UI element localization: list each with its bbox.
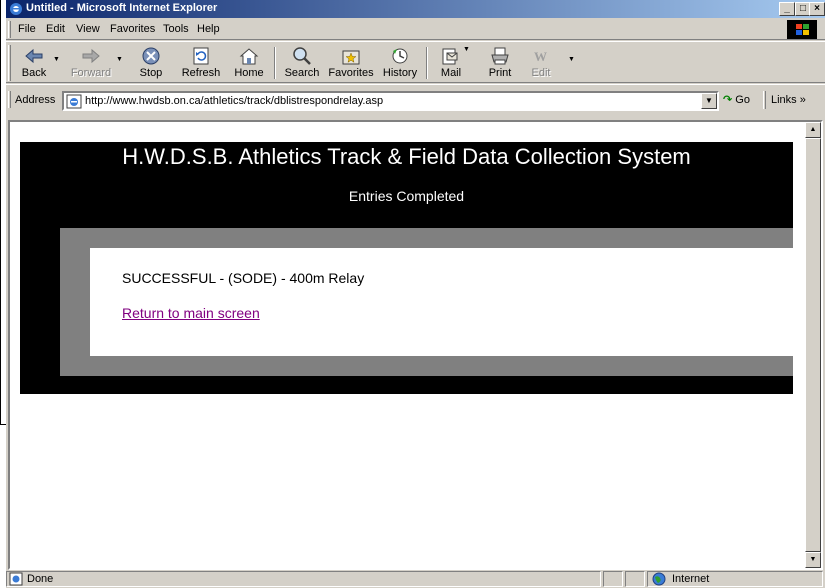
history-button[interactable]: History — [378, 44, 422, 82]
favorites-button[interactable]: Favorites — [325, 44, 377, 82]
scroll-down-icon[interactable]: ▼ — [805, 552, 821, 568]
page-viewport[interactable]: H.W.D.S.B. Athletics Track & Field Data … — [8, 120, 823, 570]
print-button[interactable]: Print — [480, 44, 520, 82]
search-button[interactable]: Search — [279, 44, 325, 82]
menu-favorites[interactable]: Favorites — [110, 23, 155, 35]
history-icon — [392, 48, 408, 64]
address-grip[interactable] — [8, 91, 11, 108]
toolbar-separator — [426, 47, 428, 79]
zone-text: Internet — [672, 573, 710, 585]
result-panel: SUCCESSFUL - (SODE) - 400m Relay Return … — [90, 248, 793, 356]
status-pane — [603, 571, 623, 587]
toolbar-grip[interactable] — [8, 45, 11, 81]
forward-arrow-icon — [82, 48, 100, 64]
toolbar-separator — [274, 47, 276, 79]
stop-button[interactable]: Stop — [131, 44, 171, 82]
scroll-thumb[interactable] — [805, 138, 821, 552]
home-button[interactable]: Home — [230, 44, 268, 82]
forward-dropdown-icon[interactable]: ▼ — [116, 56, 123, 63]
internet-globe-icon — [652, 572, 666, 586]
svg-text:W: W — [534, 49, 547, 64]
stop-icon — [142, 47, 160, 65]
go-arrow-icon: ↷ — [723, 94, 733, 106]
back-dropdown-icon[interactable]: ▼ — [53, 56, 60, 63]
window-title: Untitled - Microsoft Internet Explorer — [26, 2, 218, 14]
title-bar[interactable]: Untitled - Microsoft Internet Explorer _… — [6, 0, 825, 18]
search-icon — [293, 47, 311, 65]
menu-tools[interactable]: Tools — [163, 23, 189, 35]
menu-edit[interactable]: Edit — [46, 23, 65, 35]
printer-icon — [491, 47, 509, 65]
browser-window: Untitled - Microsoft Internet Explorer _… — [6, 0, 825, 588]
address-url: http://www.hwdsb.on.ca/athletics/track/d… — [85, 95, 384, 107]
refresh-icon — [193, 47, 209, 65]
links-button[interactable]: Links » — [771, 94, 806, 106]
status-text: Done — [27, 573, 54, 585]
menu-help[interactable]: Help — [197, 23, 220, 35]
links-separator — [763, 91, 766, 109]
mail-dropdown-icon[interactable]: ▼ — [463, 46, 470, 53]
return-to-main-link[interactable]: Return to main screen — [122, 305, 260, 321]
refresh-button[interactable]: Refresh — [178, 44, 224, 82]
windows-logo-icon — [787, 20, 817, 39]
status-bar: Done Internet — [6, 570, 825, 588]
result-frame: SUCCESSFUL - (SODE) - 400m Relay Return … — [60, 228, 793, 376]
address-input[interactable]: http://www.hwdsb.on.ca/athletics/track/d… — [62, 91, 719, 111]
page-icon — [66, 94, 82, 109]
edit-dropdown-icon[interactable]: ▼ — [568, 56, 575, 63]
close-button[interactable]: × — [809, 2, 825, 16]
go-button[interactable]: ↷ Go — [723, 93, 750, 106]
scroll-up-icon[interactable]: ▲ — [805, 122, 821, 138]
status-main-pane: Done — [6, 571, 601, 587]
status-pane — [625, 571, 645, 587]
menu-file[interactable]: File — [18, 23, 36, 35]
page-done-icon — [9, 572, 23, 586]
outer-border-line — [0, 0, 1, 425]
ie-logo-icon — [10, 3, 22, 15]
address-label: Address — [15, 94, 56, 106]
header-panel: H.W.D.S.B. Athletics Track & Field Data … — [20, 142, 793, 394]
menu-bar: File Edit View Favorites Tools Help — [6, 19, 825, 40]
page-title: H.W.D.S.B. Athletics Track & Field Data … — [122, 144, 691, 169]
menu-grip[interactable] — [8, 21, 11, 38]
address-bar: Address http://www.hwdsb.on.ca/athletics… — [6, 84, 825, 118]
success-message: SUCCESSFUL - (SODE) - 400m Relay — [122, 270, 365, 286]
vertical-scrollbar[interactable]: ▲ ▼ — [805, 122, 821, 568]
standard-toolbar: Back ▼ Forward ▼ Stop Refresh Home Searc… — [6, 41, 825, 83]
minimize-button[interactable]: _ — [779, 2, 795, 16]
menu-view[interactable]: View — [76, 23, 100, 35]
favorites-icon — [342, 50, 360, 65]
forward-button[interactable]: Forward — [66, 44, 116, 82]
home-icon — [239, 48, 259, 65]
edit-icon: W — [534, 49, 547, 64]
security-zone-pane: Internet — [647, 571, 823, 587]
mail-icon — [442, 48, 458, 65]
back-button[interactable]: Back — [15, 44, 53, 82]
address-dropdown-icon[interactable]: ▼ — [701, 93, 717, 109]
back-arrow-icon — [25, 48, 43, 64]
page-subtitle: Entries Completed — [348, 188, 465, 204]
edit-button[interactable]: W Edit — [522, 44, 560, 82]
